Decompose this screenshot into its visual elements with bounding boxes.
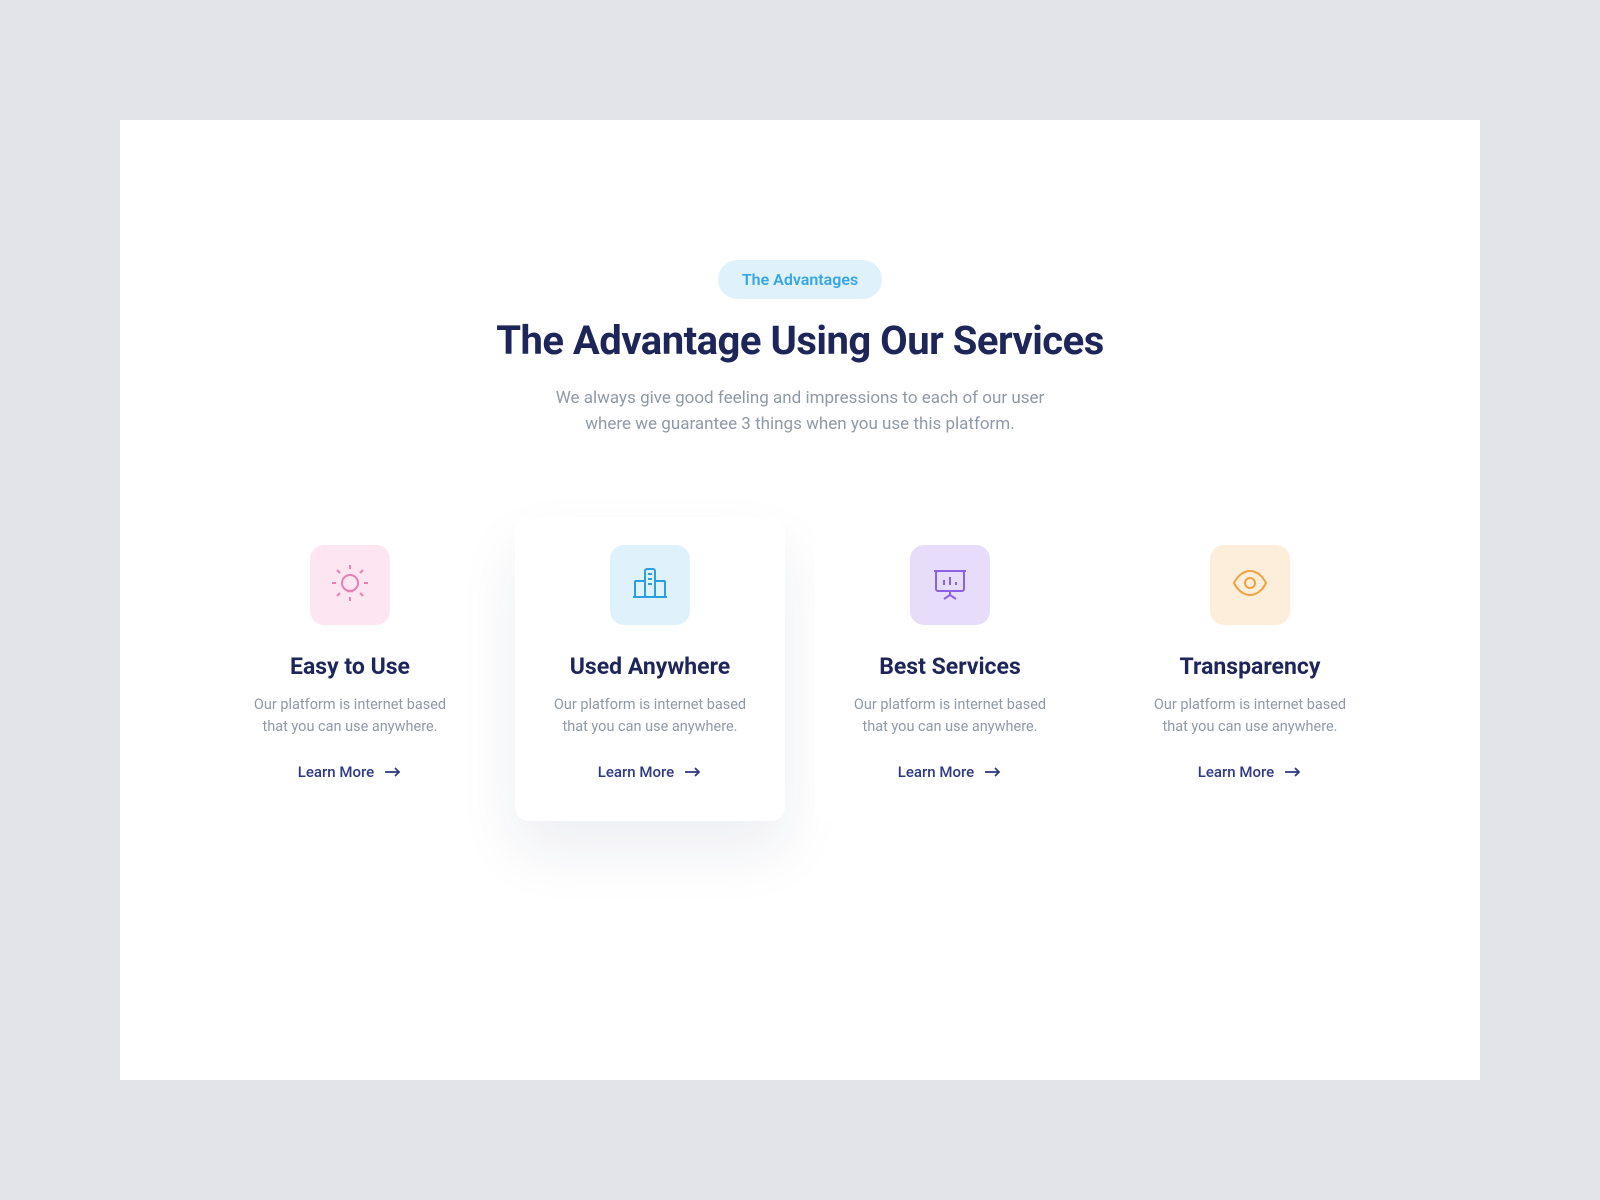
arrow-right-icon (384, 766, 402, 778)
learn-more-label: Learn More (298, 763, 374, 781)
card-description: Our platform is internet based that you … (535, 694, 765, 738)
card-description: Our platform is internet based that you … (835, 694, 1065, 738)
learn-more-link[interactable]: Learn More (1198, 763, 1302, 781)
section-header: The Advantages The Advantage Using Our S… (200, 260, 1400, 437)
card-title: Transparency (1135, 653, 1365, 680)
card-description: Our platform is internet based that you … (1135, 694, 1365, 738)
card-transparency: Transparency Our platform is internet ba… (1115, 517, 1385, 821)
presentation-icon (930, 563, 970, 607)
arrow-right-icon (684, 766, 702, 778)
learn-more-label: Learn More (1198, 763, 1274, 781)
eye-icon (1230, 563, 1270, 607)
learn-more-label: Learn More (898, 763, 974, 781)
card-description: Our platform is internet based that you … (235, 694, 465, 738)
card-title: Used Anywhere (535, 653, 765, 680)
section-title: The Advantage Using Our Services (200, 317, 1400, 364)
learn-more-link[interactable]: Learn More (898, 763, 1002, 781)
arrow-right-icon (1284, 766, 1302, 778)
card-used-anywhere: Used Anywhere Our platform is internet b… (515, 517, 785, 821)
icon-box (1210, 545, 1290, 625)
learn-more-link[interactable]: Learn More (598, 763, 702, 781)
icon-box (910, 545, 990, 625)
card-easy-to-use: Easy to Use Our platform is internet bas… (215, 517, 485, 821)
section-badge: The Advantages (718, 260, 882, 299)
lightbulb-icon (330, 563, 370, 607)
icon-box (610, 545, 690, 625)
learn-more-link[interactable]: Learn More (298, 763, 402, 781)
card-title: Best Services (835, 653, 1065, 680)
icon-box (310, 545, 390, 625)
advantages-section: The Advantages The Advantage Using Our S… (120, 120, 1480, 1080)
arrow-right-icon (984, 766, 1002, 778)
cards-row: Easy to Use Our platform is internet bas… (200, 517, 1400, 821)
buildings-icon (630, 563, 670, 607)
learn-more-label: Learn More (598, 763, 674, 781)
section-subtitle: We always give good feeling and impressi… (500, 386, 1100, 437)
card-best-services: Best Services Our platform is internet b… (815, 517, 1085, 821)
card-title: Easy to Use (235, 653, 465, 680)
